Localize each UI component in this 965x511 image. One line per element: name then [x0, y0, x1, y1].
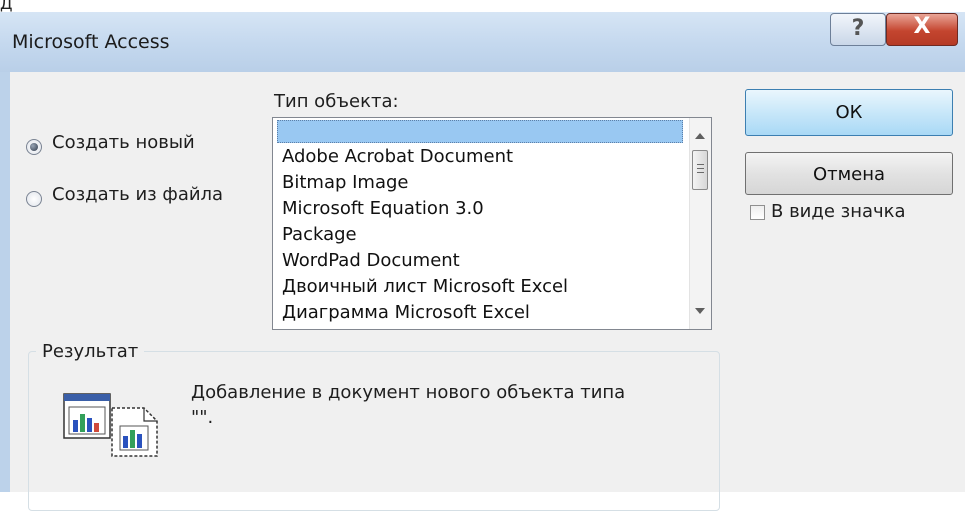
ok-button[interactable]: ОК [745, 89, 953, 136]
object-type-list[interactable]: Adobe Acrobat Document Bitmap Image Micr… [272, 117, 712, 330]
dialog-body: Создать новый Создать из файла Тип объек… [10, 72, 965, 511]
list-scrollbar[interactable] [689, 118, 711, 329]
ok-button-label: ОК [835, 102, 863, 123]
list-item[interactable]: Package [282, 224, 357, 245]
embedded-object-icon [63, 393, 158, 457]
object-type-label: Тип объекта: [274, 91, 399, 112]
list-item-selected[interactable] [277, 120, 683, 143]
display-as-icon-label[interactable]: В виде значка [771, 201, 906, 222]
result-description-suffix: "". [191, 407, 214, 428]
list-item[interactable]: Диаграмма Microsoft Excel [282, 302, 530, 323]
result-description: Добавление в документ нового объекта тип… [191, 382, 626, 403]
window-title: Microsoft Access [12, 31, 170, 53]
list-item[interactable]: Двоичный лист Microsoft Excel [282, 276, 568, 297]
title-bar: Microsoft Access ? X [0, 12, 965, 72]
result-legend: Результат [36, 341, 145, 362]
scroll-down-arrow-icon[interactable] [695, 308, 705, 314]
help-icon: ? [851, 16, 865, 41]
insert-object-dialog: Microsoft Access ? X Создать новый Созда… [0, 12, 965, 511]
background-window-strip: Д [0, 0, 965, 13]
radio-create-new[interactable] [26, 139, 42, 155]
list-item[interactable]: Microsoft Equation 3.0 [282, 198, 484, 219]
radio-create-from-file[interactable] [26, 191, 42, 207]
list-item[interactable]: Bitmap Image [282, 172, 409, 193]
radio-create-from-file-label[interactable]: Создать из файла [52, 184, 223, 205]
radio-create-new-label[interactable]: Создать новый [52, 132, 195, 153]
close-icon: X [913, 14, 931, 39]
list-item[interactable]: Adobe Acrobat Document [282, 146, 513, 167]
close-button[interactable]: X [886, 13, 958, 46]
help-button[interactable]: ? [830, 13, 886, 46]
cancel-button-label: Отмена [812, 164, 886, 185]
list-item[interactable]: WordPad Document [282, 250, 460, 271]
scroll-thumb[interactable] [692, 150, 708, 190]
display-as-icon-checkbox[interactable] [750, 205, 765, 220]
cancel-button[interactable]: Отмена [745, 152, 953, 195]
scroll-up-arrow-icon[interactable] [695, 133, 705, 139]
